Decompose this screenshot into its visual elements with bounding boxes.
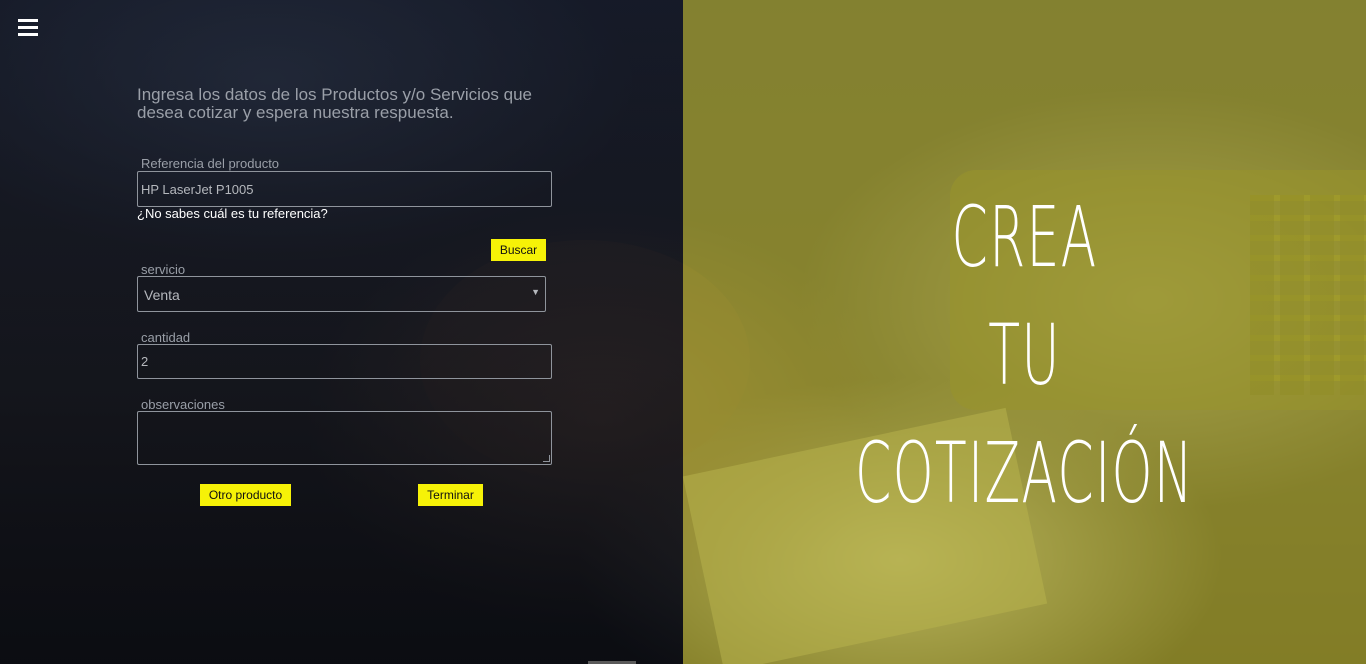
hero-line-2: TU (988, 306, 1061, 404)
hero-line-1: CREA (951, 188, 1098, 286)
caret-down-icon: ▼ (531, 287, 540, 297)
service-select[interactable]: Venta ▼ (137, 276, 546, 312)
reference-label: Referencia del producto (141, 156, 280, 171)
resize-grip-icon[interactable] (543, 455, 550, 462)
form-intro-text: Ingresa los datos de los Productos y/o S… (137, 85, 532, 122)
service-label: servicio (141, 262, 186, 277)
search-button[interactable]: Buscar (491, 239, 546, 261)
hero-line-3: COTIZACIÓN (854, 424, 1194, 522)
quote-page: Ingresa los datos de los Productos y/o S… (0, 0, 1366, 664)
hero-headline: CREA TU COTIZACIÓN (683, 178, 1366, 532)
observations-label: observaciones (141, 397, 225, 412)
add-product-button[interactable]: Otro producto (200, 484, 291, 506)
reference-input[interactable] (137, 171, 552, 207)
find-reference-link[interactable]: ¿No sabes cuál es tu referencia? (137, 206, 328, 221)
observations-textarea[interactable] (137, 411, 552, 465)
quantity-input[interactable] (137, 344, 552, 379)
service-selected-value: Venta (144, 287, 180, 303)
hamburger-icon[interactable] (18, 19, 38, 37)
quantity-label: cantidad (141, 330, 191, 345)
finish-button[interactable]: Terminar (418, 484, 483, 506)
